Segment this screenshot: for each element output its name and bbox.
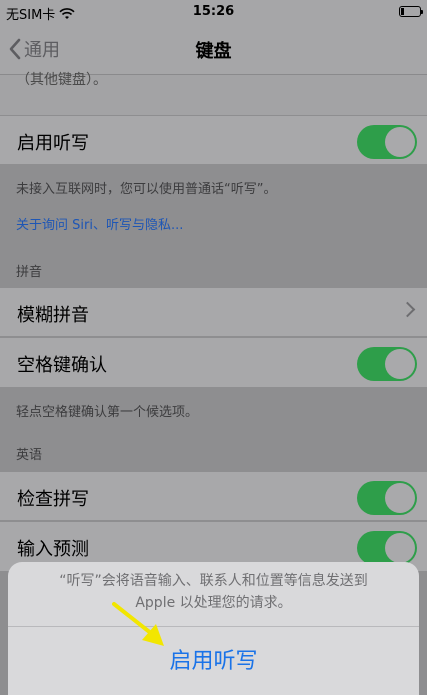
clock: 15:26	[192, 4, 235, 19]
page-title: 键盘	[195, 41, 232, 62]
space-confirm-footer: 轻点空格键确认第一个候选项。	[16, 405, 199, 420]
chevron-right-icon	[399, 301, 416, 318]
row-enable-dictation[interactable]: 启用听写	[0, 115, 427, 165]
alert-message: “听写”会将语音输入、联系人和位置等信息发送到 Apple 以处理您的请求。	[28, 570, 399, 614]
dictation-toggle[interactable]	[357, 125, 417, 159]
row-label: 模糊拼音	[17, 305, 89, 326]
dictation-footer: 未接入互联网时，您可以使用普通话“听写”。	[16, 182, 277, 197]
clipped-footer-text: （其他键盘）。	[16, 72, 107, 88]
alert-divider	[8, 626, 419, 627]
status-bar: 无SIM卡 15:26	[0, 0, 427, 24]
row-label: 检查拼写	[17, 489, 89, 510]
row-space-confirm[interactable]: 空格键确认	[0, 338, 427, 388]
space-confirm-toggle[interactable]	[357, 347, 417, 381]
battery-icon	[399, 6, 423, 17]
predictive-toggle[interactable]	[357, 531, 417, 565]
spell-check-toggle[interactable]	[357, 481, 417, 515]
row-fuzzy-pinyin[interactable]: 模糊拼音	[0, 287, 427, 337]
section-header-pinyin: 拼音	[16, 265, 43, 280]
dictation-alert: “听写”会将语音输入、联系人和位置等信息发送到 Apple 以处理您的请求。 启…	[8, 562, 419, 695]
clipped-footer: （其他键盘）。	[0, 72, 427, 115]
section-header-english: 英语	[16, 448, 43, 463]
enable-dictation-button[interactable]: 启用听写	[8, 642, 419, 676]
annotation-arrow-icon	[112, 602, 164, 646]
row-label: 空格键确认	[17, 355, 107, 376]
row-spell-check[interactable]: 检查拼写	[0, 471, 427, 521]
alert-message-line2: Apple 以处理您的请求。	[135, 595, 292, 611]
navigation-bar: 通用 键盘	[0, 24, 427, 75]
alert-message-line1: “听写”会将语音输入、联系人和位置等信息发送到	[59, 573, 368, 589]
row-label: 启用听写	[17, 133, 89, 154]
row-label: 输入预测	[17, 539, 89, 560]
privacy-link[interactable]: 关于询问 Siri、听写与隐私...	[16, 214, 183, 233]
